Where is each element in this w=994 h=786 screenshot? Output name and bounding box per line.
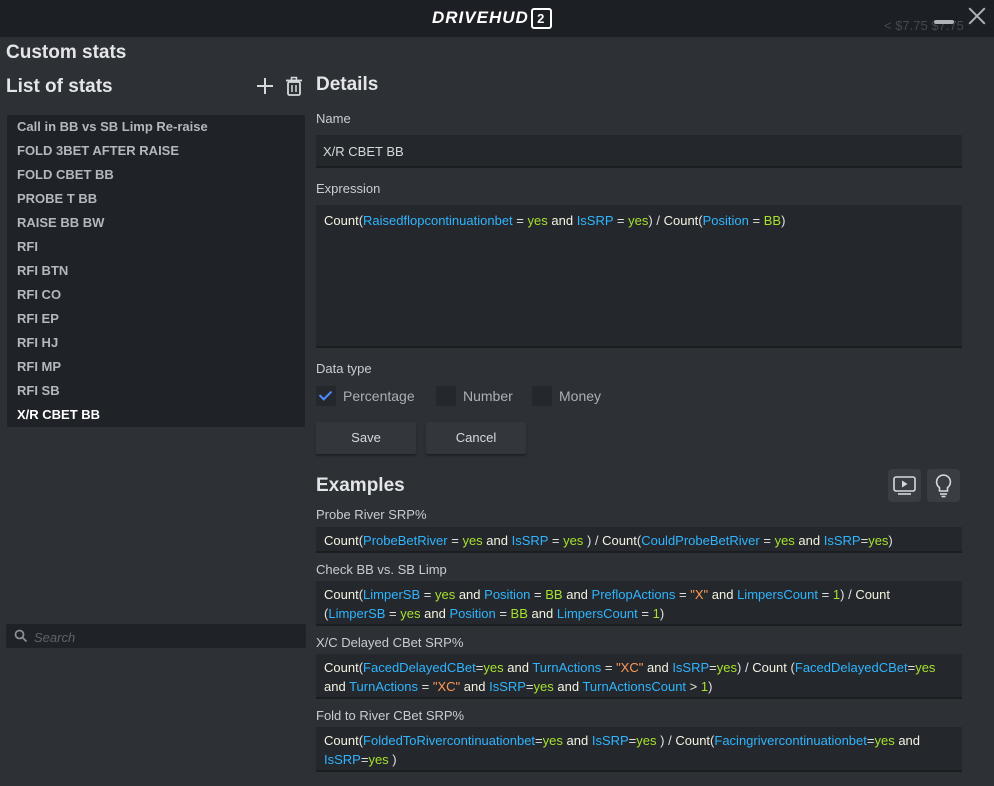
video-tutorial-button[interactable] (888, 469, 921, 502)
money-label: Money (559, 388, 602, 404)
example-label: Check BB vs. SB Limp (316, 562, 447, 577)
data-type-label: Data type (316, 361, 372, 376)
stat-list-item[interactable]: RFI EP (7, 307, 305, 331)
title-bar: DRIVEHUD 2 < $7.75 $7.75 (0, 0, 994, 37)
search-input[interactable] (32, 624, 296, 650)
add-stat-button[interactable] (253, 74, 277, 98)
stat-list-item[interactable]: RFI (7, 235, 305, 259)
stat-list-item[interactable]: RFI BTN (7, 259, 305, 283)
stat-list-item[interactable]: RFI SB (7, 379, 305, 403)
plus-icon (257, 78, 273, 94)
percentage-option[interactable]: Percentage (316, 386, 415, 406)
examples-title: Examples (316, 475, 405, 496)
page-title: Custom stats (6, 42, 127, 63)
example-expression[interactable]: Count(ProbeBetRiver = yes and IsSRP = ye… (316, 527, 962, 553)
video-icon (893, 476, 916, 495)
percentage-checkbox[interactable] (316, 386, 336, 406)
money-option[interactable]: Money (532, 386, 601, 406)
stat-list-item[interactable]: FOLD CBET BB (7, 163, 305, 187)
drivehud-logo: DRIVEHUD 2 (432, 7, 552, 29)
example-label: X/C Delayed CBet SRP% (316, 635, 464, 650)
percentage-label: Percentage (343, 388, 415, 404)
example-expression[interactable]: Count(FoldedToRivercontinuationbet=yes a… (316, 727, 962, 772)
details-title: Details (316, 74, 379, 95)
tips-button[interactable] (927, 469, 960, 502)
example-label: Probe River SRP% (316, 507, 427, 522)
expression-editor[interactable]: Count(Raisedflopcontinuationbet = yes an… (316, 205, 962, 348)
stat-list-item[interactable]: RFI HJ (7, 331, 305, 355)
logo-version: 2 (530, 7, 552, 29)
stat-list-item[interactable]: RAISE BB BW (7, 211, 305, 235)
list-of-stats-title: List of stats (6, 76, 113, 97)
lightbulb-icon (935, 474, 952, 498)
stat-list-item[interactable]: PROBE T BB (7, 187, 305, 211)
search-box[interactable] (6, 624, 306, 650)
logo-text: DRIVEHUD (432, 8, 529, 27)
example-expression[interactable]: Count(FacedDelayedCBet=yes and TurnActio… (316, 654, 962, 699)
number-option[interactable]: Number (436, 386, 513, 406)
name-label: Name (316, 111, 351, 126)
expression-text: Count(Raisedflopcontinuationbet = yes an… (324, 213, 786, 228)
minimize-icon[interactable] (934, 20, 954, 24)
trash-icon (286, 76, 302, 96)
stat-list-item[interactable]: RFI CO (7, 283, 305, 307)
name-input[interactable] (321, 135, 945, 168)
example-label: Fold to River CBet SRP% (316, 708, 465, 723)
name-field[interactable] (316, 135, 962, 168)
stat-list-item[interactable]: FOLD 3BET AFTER RAISE (7, 139, 305, 163)
number-checkbox[interactable] (436, 386, 456, 406)
expression-label: Expression (316, 181, 381, 196)
number-label: Number (463, 388, 513, 404)
stat-list-item[interactable]: RFI MP (7, 355, 305, 379)
delete-stat-button[interactable] (282, 74, 306, 98)
close-icon[interactable] (966, 5, 988, 27)
example-expression[interactable]: Count(LimperSB = yes and Position = BB a… (316, 581, 962, 626)
stat-list-item[interactable]: X/R CBET BB (7, 403, 305, 427)
cancel-button[interactable]: Cancel (426, 422, 526, 454)
money-checkbox[interactable] (532, 386, 552, 406)
save-button[interactable]: Save (316, 422, 416, 454)
stat-list-item[interactable]: Call in BB vs SB Limp Re-raise (7, 115, 305, 139)
search-icon (14, 629, 28, 643)
stats-list: Call in BB vs SB Limp Re-raise FOLD 3BET … (7, 115, 305, 427)
